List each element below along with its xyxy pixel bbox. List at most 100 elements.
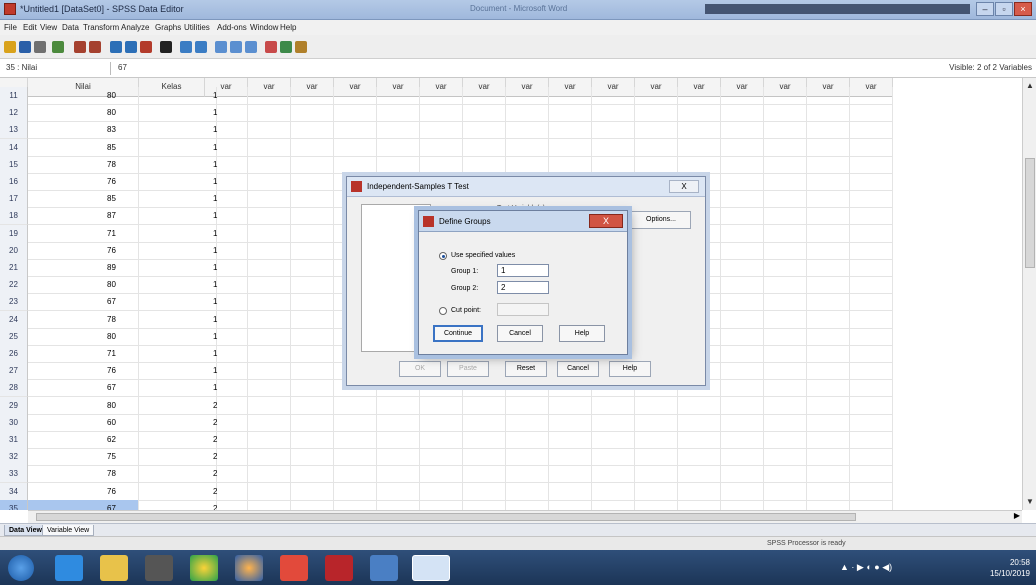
empty-cell[interactable] [463,121,506,140]
cell-nilai[interactable]: 67 [28,293,139,312]
empty-cell[interactable] [291,207,334,226]
group2-input[interactable]: 2 [497,281,549,294]
goto-case-icon[interactable] [110,41,122,53]
empty-cell[interactable] [506,499,549,510]
insert-variable-icon[interactable] [195,41,207,53]
cell-nilai[interactable]: 83 [28,121,139,140]
empty-cell[interactable] [506,448,549,467]
vertical-scrollbar[interactable]: ▲ ▼ [1022,78,1036,510]
empty-cell[interactable] [420,448,463,467]
empty-cell[interactable] [592,499,635,510]
empty-cell[interactable] [807,138,850,157]
row-number[interactable]: 23 [0,293,28,312]
menu-help[interactable]: Help [280,23,296,32]
empty-cell[interactable] [850,465,893,484]
empty-cell[interactable] [291,327,334,346]
empty-cell[interactable] [764,207,807,226]
empty-cell[interactable] [205,121,248,140]
empty-cell[interactable] [205,276,248,295]
empty-cell[interactable] [248,482,291,501]
empty-cell[interactable] [807,276,850,295]
empty-cell[interactable] [291,465,334,484]
ok-button[interactable]: OK [399,361,441,377]
empty-cell[interactable] [205,327,248,346]
empty-cell[interactable] [248,327,291,346]
empty-cell[interactable] [291,121,334,140]
empty-cell[interactable] [205,241,248,260]
empty-cell[interactable] [205,173,248,191]
empty-cell[interactable] [721,413,764,432]
define-groups-help-button[interactable]: Help [559,325,605,342]
print-icon[interactable] [34,41,46,53]
empty-cell[interactable] [678,396,721,415]
empty-cell[interactable] [592,104,635,123]
empty-cell[interactable] [291,310,334,329]
empty-cell[interactable] [807,310,850,329]
empty-cell[interactable] [807,87,850,105]
empty-cell[interactable] [549,87,592,105]
empty-cell[interactable] [248,87,291,105]
cell-nilai[interactable]: 60 [28,413,139,432]
empty-cell[interactable] [764,241,807,260]
empty-cell[interactable] [721,259,764,277]
empty-cell[interactable] [334,138,377,157]
empty-cell[interactable] [549,482,592,501]
empty-cell[interactable] [678,87,721,105]
empty-cell[interactable] [721,499,764,510]
row-number[interactable]: 34 [0,482,28,501]
empty-cell[interactable] [549,138,592,157]
empty-cell[interactable] [721,173,764,191]
empty-cell[interactable] [721,396,764,415]
media-player-icon[interactable] [145,555,173,581]
empty-cell[interactable] [592,155,635,174]
row-number[interactable]: 27 [0,362,28,381]
menu-graphs[interactable]: Graphs [155,23,181,32]
empty-cell[interactable] [334,121,377,140]
empty-cell[interactable] [721,379,764,398]
empty-cell[interactable] [377,396,420,415]
empty-cell[interactable] [377,413,420,432]
row-number[interactable]: 13 [0,121,28,140]
empty-cell[interactable] [764,362,807,381]
empty-cell[interactable] [463,431,506,449]
empty-cell[interactable] [678,413,721,432]
empty-cell[interactable] [678,121,721,140]
empty-cell[interactable] [764,482,807,501]
empty-cell[interactable] [506,482,549,501]
empty-cell[interactable] [721,121,764,140]
empty-cell[interactable] [721,345,764,363]
pdf-reader-icon[interactable] [325,555,353,581]
empty-cell[interactable] [205,482,248,501]
empty-cell[interactable] [248,396,291,415]
empty-cell[interactable] [807,499,850,510]
empty-cell[interactable] [377,121,420,140]
empty-cell[interactable] [850,396,893,415]
find-icon[interactable] [160,41,172,53]
empty-cell[interactable] [764,379,807,398]
empty-cell[interactable] [420,465,463,484]
empty-cell[interactable] [248,173,291,191]
split-file-icon[interactable] [215,41,227,53]
scroll-down-icon[interactable]: ▼ [1024,496,1036,508]
empty-cell[interactable] [592,396,635,415]
empty-cell[interactable] [334,396,377,415]
empty-cell[interactable] [334,104,377,123]
empty-cell[interactable] [549,104,592,123]
empty-cell[interactable] [721,241,764,260]
empty-cell[interactable] [506,396,549,415]
empty-cell[interactable] [291,293,334,312]
menu-edit[interactable]: Edit [23,23,37,32]
empty-cell[interactable] [635,138,678,157]
menu-file[interactable]: File [4,23,17,32]
empty-cell[interactable] [463,87,506,105]
empty-cell[interactable] [549,396,592,415]
empty-cell[interactable] [850,190,893,209]
empty-cell[interactable] [205,87,248,105]
empty-cell[interactable] [291,276,334,295]
empty-cell[interactable] [248,104,291,123]
chrome-icon[interactable] [190,555,218,581]
taskbar-clock[interactable]: 20:58 15/10/2019 [990,557,1030,579]
empty-cell[interactable] [807,465,850,484]
cell-nilai[interactable]: 76 [28,241,139,260]
empty-cell[interactable] [463,104,506,123]
